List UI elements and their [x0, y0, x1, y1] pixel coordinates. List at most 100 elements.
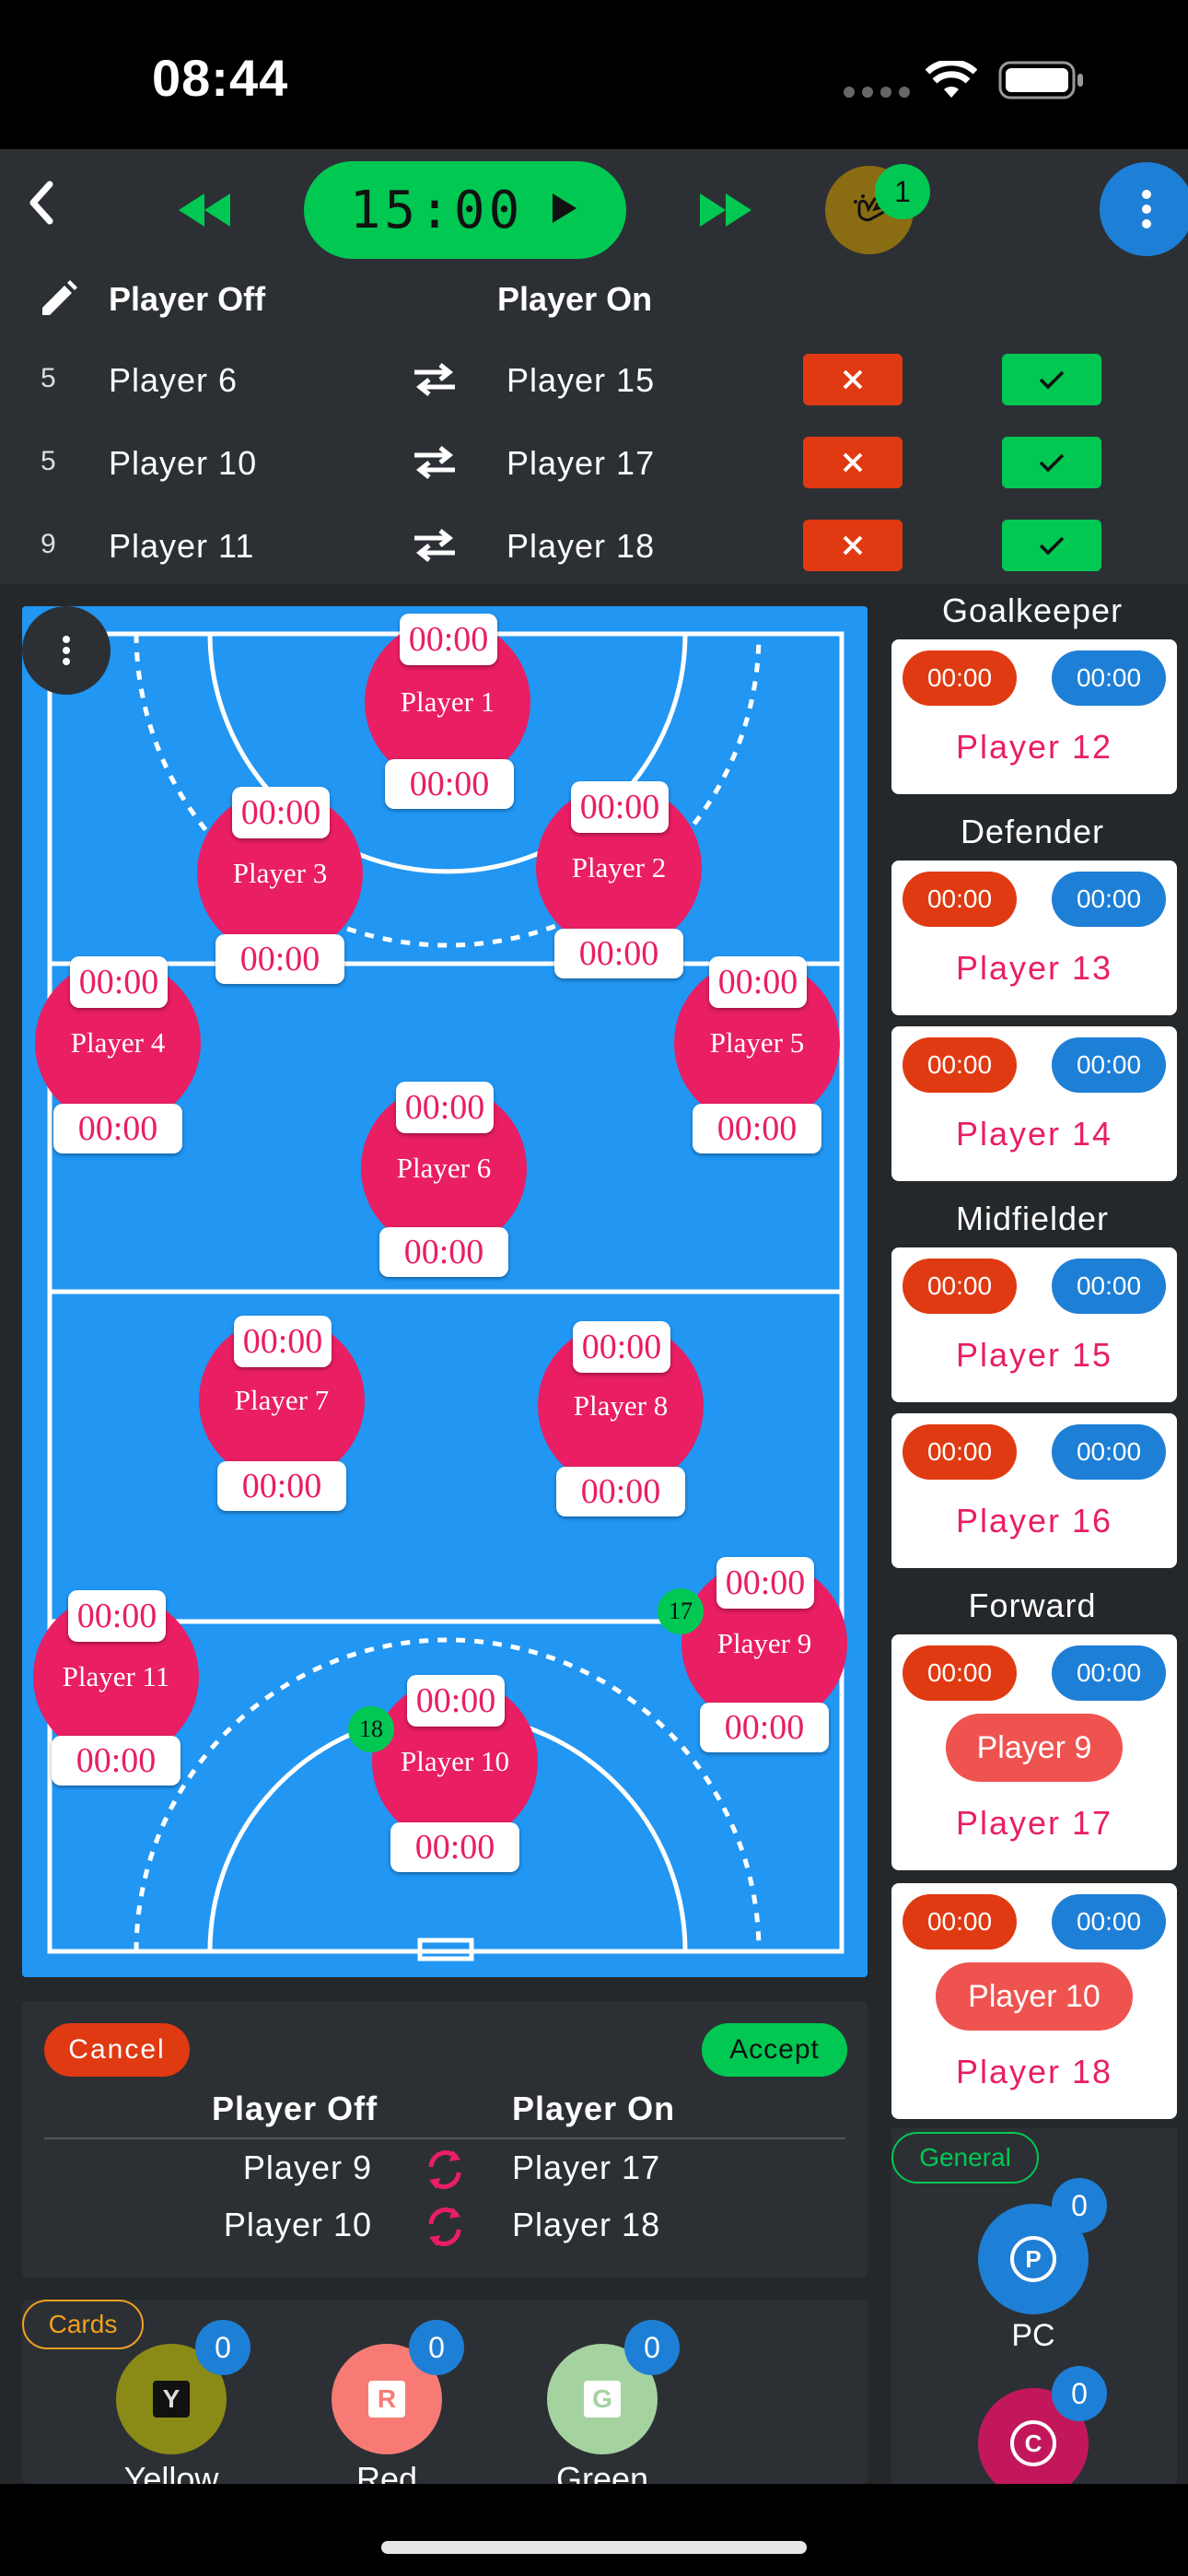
- bench-group-title: Defender: [960, 813, 1105, 850]
- bench-player-card[interactable]: 00:00 00:00 Player 14: [891, 1026, 1177, 1181]
- bench-player-card[interactable]: 00:00 00:00 Player 13: [891, 861, 1177, 1015]
- general-panel: General P 0 PC C 0: [891, 2128, 1177, 2499]
- player-time-bottom: 00:00: [554, 929, 683, 978]
- yellow-card-icon: Y: [153, 2381, 190, 2418]
- player-time-bottom: 00:00: [700, 1703, 829, 1752]
- substitution-list-panel: Player Off Player On 5 Player 6 Player 1…: [0, 260, 1188, 584]
- sync-arrows-icon: [420, 2147, 470, 2197]
- bench-time-blue: 00:00: [1052, 1037, 1166, 1093]
- bench-player-name: Player 12: [955, 728, 1113, 766]
- sub-row-player-off: Player 10: [109, 444, 258, 482]
- player-time-top: 00:00: [234, 1316, 332, 1367]
- player-time-bottom: 00:00: [215, 934, 344, 984]
- player-time-bottom: 00:00: [379, 1227, 508, 1277]
- confirm-sub-button[interactable]: [1002, 437, 1101, 488]
- player-time-top: 00:00: [396, 1082, 494, 1133]
- close-icon: [843, 452, 863, 473]
- pending-row-off: Player 10: [223, 2206, 372, 2243]
- bench-player-name: Player 15: [955, 1336, 1113, 1374]
- reject-sub-button[interactable]: [803, 354, 903, 405]
- confirm-sub-button[interactable]: [1002, 520, 1101, 571]
- bench-time-red: 00:00: [903, 650, 1017, 706]
- sub-row-number: 9: [41, 529, 56, 559]
- home-indicator[interactable]: [381, 2541, 807, 2554]
- cellular-signal-icon: [842, 85, 917, 100]
- player-time-top: 00:00: [709, 956, 807, 1008]
- green-card-icon: G: [584, 2381, 621, 2418]
- accept-button[interactable]: Accept: [702, 2023, 847, 2077]
- bench-player-card[interactable]: 00:00 00:00 Player 15: [891, 1247, 1177, 1402]
- subs-header-off: Player Off: [109, 280, 266, 318]
- pending-sub-number: 17: [658, 1588, 704, 1634]
- confirm-sub-button[interactable]: [1002, 354, 1101, 405]
- court-options-button[interactable]: [22, 606, 111, 695]
- player-time-top: 00:00: [571, 781, 669, 833]
- status-time: 08:44: [152, 49, 289, 107]
- sub-row: 9 Player 11 Player 18: [0, 516, 1188, 575]
- bench-player-card[interactable]: 00:00 00:00 Player 12: [891, 639, 1177, 794]
- more-menu-button[interactable]: [1100, 162, 1188, 256]
- cancel-button[interactable]: Cancel: [44, 2023, 190, 2077]
- status-bar: 08:44: [0, 0, 1188, 149]
- reject-sub-button[interactable]: [803, 437, 903, 488]
- player-time-top: 00:00: [232, 787, 330, 838]
- swap-arrows-icon: [411, 444, 459, 486]
- player-time-bottom: 00:00: [385, 759, 514, 809]
- pending-sub-number: 18: [348, 1706, 394, 1752]
- bench-player-card[interactable]: 00:00 00:00 Player 9 Player 17: [891, 1634, 1177, 1870]
- player-time-bottom: 00:00: [556, 1467, 685, 1516]
- pending-substitution-panel: Cancel Accept Player Off Player On Playe…: [22, 2001, 868, 2277]
- bench-time-red: 00:00: [903, 872, 1017, 927]
- copyright-icon: C: [1010, 2420, 1056, 2466]
- red-card-icon: R: [368, 2381, 405, 2418]
- bench-player-card[interactable]: 00:00 00:00 Player 10 Player 18: [891, 1883, 1177, 2119]
- pending-row-off: Player 9: [242, 2149, 372, 2186]
- bench-player-name: Player 16: [955, 1502, 1113, 1540]
- bench-player-name: Player 18: [955, 2053, 1113, 2090]
- rewind-icon[interactable]: [175, 190, 234, 230]
- penalty-corner-count: 0: [1052, 2178, 1107, 2233]
- cards-label: Cards: [22, 2300, 144, 2349]
- bench-group-title: Midfielder: [955, 1200, 1110, 1237]
- bench-time-blue: 00:00: [1052, 1424, 1166, 1480]
- incoming-for-chip: Player 10: [936, 1962, 1133, 2031]
- green-card-count: 0: [624, 2320, 680, 2375]
- divider: [44, 2137, 845, 2139]
- player-time-bottom: 00:00: [217, 1461, 346, 1511]
- bench-group-title: Forward: [968, 1587, 1097, 1624]
- play-icon: [549, 190, 580, 231]
- reject-sub-button[interactable]: [803, 520, 903, 571]
- player-time-top: 00:00: [573, 1321, 670, 1373]
- bench-time-red: 00:00: [903, 1259, 1017, 1314]
- close-icon: [843, 369, 863, 390]
- check-icon: [1039, 536, 1065, 556]
- bench-player-card[interactable]: 00:00 00:00 Player 16: [891, 1413, 1177, 1568]
- sub-row-player-off: Player 6: [109, 361, 239, 399]
- incoming-for-chip: Player 9: [946, 1714, 1123, 1782]
- substitution-count-badge: 1: [875, 164, 930, 219]
- player-time-top: 00:00: [68, 1590, 166, 1642]
- sub-row: 5 Player 6 Player 15: [0, 350, 1188, 409]
- red-card-label: Red: [355, 2460, 418, 2484]
- player-time-bottom: 00:00: [390, 1822, 519, 1872]
- player-time-top: 00:00: [716, 1557, 814, 1609]
- pending-row-on: Player 18: [512, 2206, 661, 2243]
- penalty-corner-letter: P: [1025, 2244, 1042, 2273]
- sub-row-player-on: Player 15: [507, 361, 656, 399]
- back-chevron-icon[interactable]: [18, 175, 64, 230]
- bench-time-blue: 00:00: [1052, 1894, 1166, 1950]
- player-time-top: 00:00: [407, 1675, 505, 1727]
- sub-row-number: 5: [41, 446, 56, 476]
- bench-player-name: Player 13: [955, 949, 1113, 987]
- cards-panel: Cards Y 0 Yellow R 0 Red G 0 Green: [22, 2300, 868, 2484]
- match-timer-button[interactable]: 15:00: [304, 161, 626, 259]
- edit-pencil-icon[interactable]: [37, 278, 79, 321]
- home-bar-area: [0, 2484, 1188, 2576]
- sub-row-player-off: Player 11: [109, 527, 255, 565]
- penalty-corner-label: PC: [1011, 2318, 1055, 2353]
- pending-header-on: Player On: [512, 2090, 676, 2127]
- fast-forward-icon[interactable]: [696, 190, 755, 230]
- red-card-count: 0: [409, 2320, 464, 2375]
- more-vertical-icon: [63, 636, 70, 665]
- c-stat-count: 0: [1052, 2366, 1107, 2421]
